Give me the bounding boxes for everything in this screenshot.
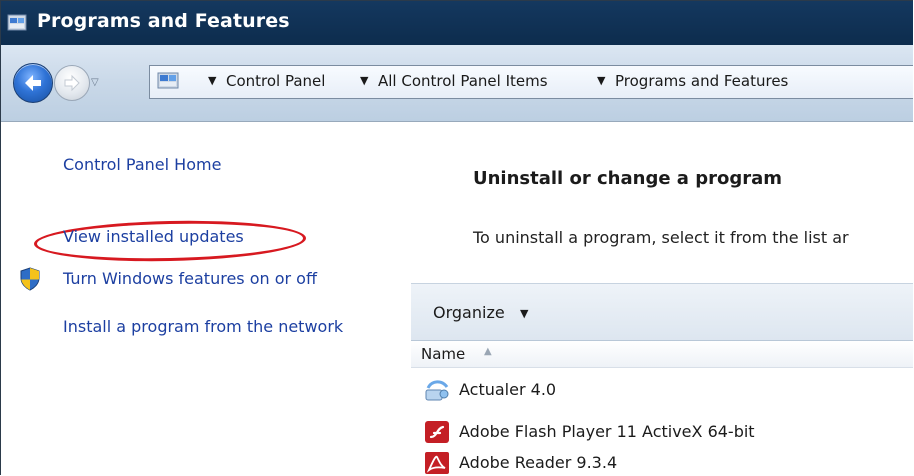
window-title: Programs and Features [37, 10, 290, 32]
program-name: Actualer 4.0 [459, 380, 557, 399]
breadcrumb-separator-icon[interactable]: ▼ [360, 74, 368, 87]
page-heading: Uninstall or change a program [473, 168, 783, 189]
command-bar: Organize ▼ [411, 283, 913, 341]
program-row[interactable]: Actualer 4.0 [411, 375, 913, 405]
organize-dropdown-icon[interactable]: ▼ [520, 307, 528, 320]
back-arrow-icon [25, 75, 41, 91]
back-button[interactable] [13, 63, 53, 103]
program-row[interactable]: Adobe Reader 9.3.4 [411, 448, 913, 475]
view-installed-updates-link[interactable]: View installed updates [63, 227, 244, 246]
flash-player-icon [424, 420, 450, 444]
uac-shield-icon [19, 267, 41, 291]
page-description: To uninstall a program, select it from t… [473, 228, 849, 247]
organize-button[interactable]: Organize [433, 303, 505, 322]
control-panel-home-link[interactable]: Control Panel Home [63, 155, 221, 174]
title-bar: Programs and Features [1, 1, 913, 45]
sort-ascending-icon: ▲ [484, 346, 492, 357]
breadcrumb-separator-icon[interactable]: ▼ [597, 74, 605, 87]
address-bar[interactable]: ▼ Control Panel ▼ All Control Panel Item… [149, 65, 913, 99]
program-name: Adobe Flash Player 11 ActiveX 64-bit [459, 422, 755, 441]
column-header-name[interactable]: Name [421, 345, 465, 363]
install-from-network-link[interactable]: Install a program from the network [63, 317, 343, 336]
programs-features-icon [7, 13, 29, 33]
breadcrumb-control-panel[interactable]: Control Panel [226, 72, 325, 90]
breadcrumb-programs-and-features[interactable]: Programs and Features [615, 72, 788, 90]
turn-windows-features-link[interactable]: Turn Windows features on or off [63, 269, 317, 288]
program-row[interactable]: Adobe Flash Player 11 ActiveX 64-bit [411, 417, 913, 447]
breadcrumb-all-control-panel-items[interactable]: All Control Panel Items [378, 72, 548, 90]
forward-arrow-icon [64, 74, 80, 92]
adobe-reader-icon [424, 451, 450, 475]
control-panel-icon [157, 71, 181, 91]
breadcrumb-separator-icon[interactable]: ▼ [208, 74, 216, 87]
program-list-header: Name ▲ [411, 341, 913, 368]
navigation-bar: ▽ ▼ Control Panel ▼ All Control Panel It… [1, 45, 913, 122]
forward-button[interactable] [54, 65, 90, 101]
program-name: Adobe Reader 9.3.4 [459, 453, 618, 472]
recent-pages-dropdown-icon[interactable]: ▽ [91, 77, 99, 88]
actualer-icon [424, 378, 450, 402]
programs-and-features-window: Programs and Features ▽ ▼ Control Panel … [0, 0, 913, 475]
